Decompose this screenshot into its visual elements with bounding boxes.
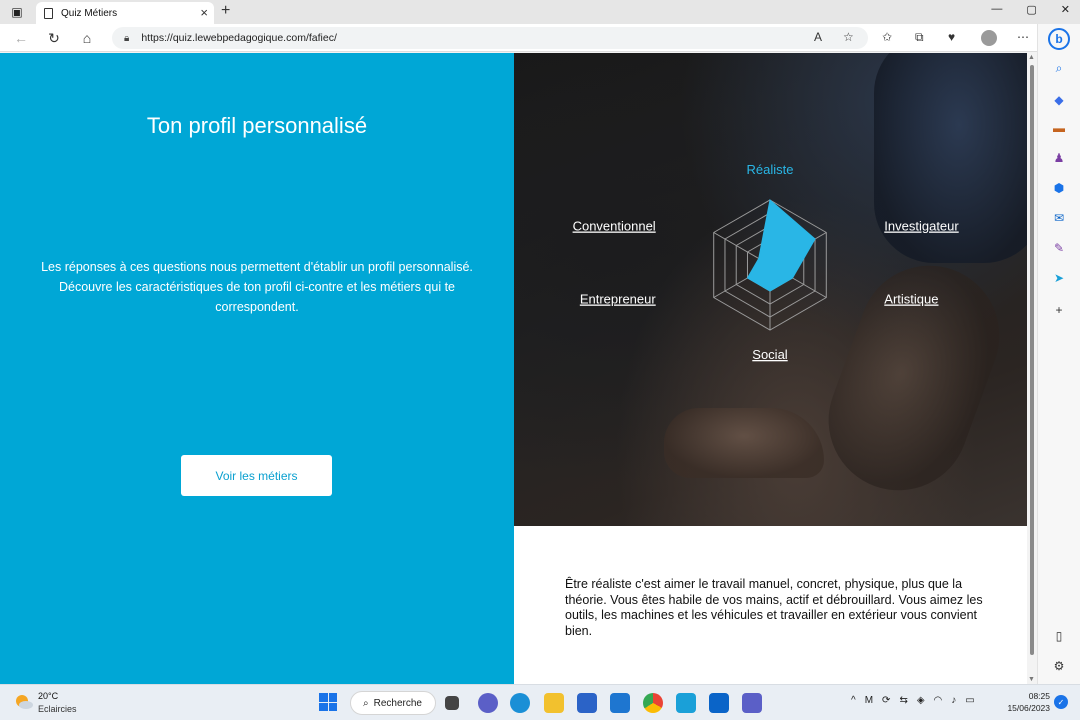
profile-description-panel: Être réaliste c'est aimer le travail man… — [514, 526, 1027, 684]
add-icon[interactable]: + — [1051, 302, 1067, 318]
tab-title: Quiz Métiers — [61, 7, 118, 19]
radar-label-1[interactable]: Investigateur — [884, 219, 959, 234]
clock[interactable]: 08:25 15/06/2023 — [1000, 690, 1050, 714]
radar-label-0[interactable]: Réaliste — [747, 162, 794, 177]
gmail-icon[interactable]: M — [865, 695, 873, 706]
more-menu-icon[interactable]: ⋯ — [1017, 30, 1029, 44]
bing-icon[interactable]: b — [1048, 28, 1070, 50]
scroll-up-icon[interactable]: ▲ — [1028, 54, 1035, 61]
games-icon[interactable]: ♟ — [1051, 150, 1067, 166]
microsoft365-icon[interactable]: ⬢ — [1051, 180, 1067, 196]
search-icon[interactable]: ⌕ — [1051, 60, 1067, 76]
weather-icon[interactable] — [14, 693, 34, 711]
close-tab-icon[interactable]: × — [200, 5, 208, 20]
sidebar-toggle-icon[interactable]: ▯ — [1051, 628, 1067, 644]
date: 15/06/2023 — [1007, 703, 1050, 713]
radar-label-4[interactable]: Entrepreneur — [580, 292, 657, 307]
outlook-icon[interactable] — [709, 693, 729, 713]
profile-description: Être réaliste c'est aimer le travail man… — [565, 577, 983, 638]
radar-label-3[interactable]: Social — [752, 347, 788, 362]
volume-icon[interactable]: ♪ — [951, 695, 956, 706]
url-text: https://quiz.lewebpedagogique.com/fafiec… — [141, 32, 337, 44]
profile-avatar[interactable] — [981, 30, 997, 46]
profile-panel: Ton profil personnalisé Les réponses à c… — [0, 53, 514, 684]
radar-label-2[interactable]: Artistique — [884, 292, 938, 307]
home-icon[interactable]: ⌂ — [78, 29, 96, 47]
scrollbar-thumb[interactable] — [1030, 65, 1034, 655]
edge-sidebar: b ⌕ ◆ ▬ ♟ ⬢ ✉ ✎ ➤ + ▯ ⚙ — [1037, 24, 1080, 684]
scroll-down-icon[interactable]: ▼ — [1028, 676, 1035, 683]
window-controls: — ▢ ✕ — [991, 3, 1070, 16]
new-tab-icon[interactable]: + — [221, 2, 230, 20]
chevron-up-icon[interactable]: ^ — [851, 695, 856, 706]
wifi-icon[interactable]: ◠ — [934, 695, 943, 706]
app-icon[interactable] — [676, 693, 696, 713]
shield-icon[interactable]: ◈ — [917, 695, 925, 706]
page-title: Ton profil personnalisé — [146, 113, 368, 138]
radar-data-area — [746, 199, 816, 292]
refresh-icon[interactable]: ↻ — [45, 29, 63, 47]
time: 08:25 — [1028, 691, 1050, 701]
close-window-button[interactable]: ✕ — [1061, 3, 1070, 16]
tab-strip: ▣ Quiz Métiers × + — ▢ ✕ — [0, 0, 1080, 24]
search-label: Recherche — [373, 697, 422, 709]
url-input[interactable]: 🔒︎ https://quiz.lewebpedagogique.com/faf… — [112, 27, 868, 49]
taskbar-search[interactable]: ⌕ Recherche — [350, 691, 436, 715]
tab-actions-icon[interactable]: ▣ — [8, 4, 26, 20]
collections-icon[interactable]: ⧉ — [915, 30, 924, 45]
maximize-button[interactable]: ▢ — [1026, 3, 1036, 16]
system-tray: ^ M ⟳ ⇆ ◈ ◠ ♪ ▭ — [851, 695, 975, 706]
lock-icon: 🔒︎ — [124, 32, 130, 44]
see-jobs-button[interactable]: Voir les métiers — [181, 455, 332, 496]
search-icon: ⌕ — [363, 697, 369, 709]
sync-icon[interactable]: ⟳ — [882, 695, 890, 706]
notification-icon[interactable]: ✓ — [1054, 695, 1068, 709]
favorites-icon[interactable]: ✩ — [882, 30, 892, 44]
chrome-icon[interactable] — [643, 693, 663, 713]
tools-icon[interactable]: ▬ — [1051, 120, 1067, 136]
shopping-icon[interactable]: ◆ — [1051, 92, 1067, 108]
designer-icon[interactable]: ✎ — [1051, 240, 1067, 256]
network-icon[interactable]: ⇆ — [899, 695, 907, 706]
intro-line-1: Les réponses à ces questions nous permet… — [41, 260, 473, 274]
scrollbar[interactable]: ▲ ▼ — [1027, 53, 1037, 684]
start-button[interactable] — [319, 693, 337, 711]
browser-tab[interactable]: Quiz Métiers × — [36, 2, 214, 24]
address-bar: ← ↻ ⌂ 🔒︎ https://quiz.lewebpedagogique.c… — [0, 24, 1080, 52]
settings-icon[interactable]: ⚙ — [1051, 658, 1067, 674]
page-icon — [44, 7, 53, 19]
back-icon[interactable]: ← — [12, 29, 30, 47]
mail-icon[interactable] — [610, 693, 630, 713]
favorite-star-icon[interactable]: ☆ — [843, 30, 854, 44]
profile-intro: Les réponses à ces questions nous permet… — [20, 257, 494, 317]
weather-description: Eclaircies — [38, 704, 77, 714]
photo-background: Réaliste Investigateur Artistique Social Ent… — [514, 53, 1027, 526]
edge-icon[interactable] — [510, 693, 530, 713]
chat-icon[interactable] — [478, 693, 498, 713]
outlook-icon[interactable]: ✉ — [1051, 210, 1067, 226]
teams-icon[interactable] — [742, 693, 762, 713]
task-view-icon[interactable] — [445, 696, 459, 710]
weather-temperature: 20°C — [38, 691, 59, 701]
extensions-icon[interactable]: ♥ — [948, 30, 955, 44]
radar-label-5[interactable]: Conventionnel — [573, 219, 656, 234]
file-explorer-icon[interactable] — [544, 693, 564, 713]
radar-chart: Réaliste Investigateur Artistique Social Ent… — [573, 162, 960, 362]
read-aloud-icon[interactable]: A — [814, 30, 822, 44]
taskbar: 20°C Eclaircies ⌕ Recherche ^ M ⟳ ⇆ ◈ ◠ … — [0, 684, 1080, 720]
battery-icon[interactable]: ▭ — [965, 695, 974, 706]
send-icon[interactable]: ➤ — [1051, 270, 1067, 286]
store-icon[interactable] — [577, 693, 597, 713]
minimize-button[interactable]: — — [991, 3, 1002, 16]
intro-line-2: Découvre les caractéristiques de ton pro… — [58, 280, 455, 314]
